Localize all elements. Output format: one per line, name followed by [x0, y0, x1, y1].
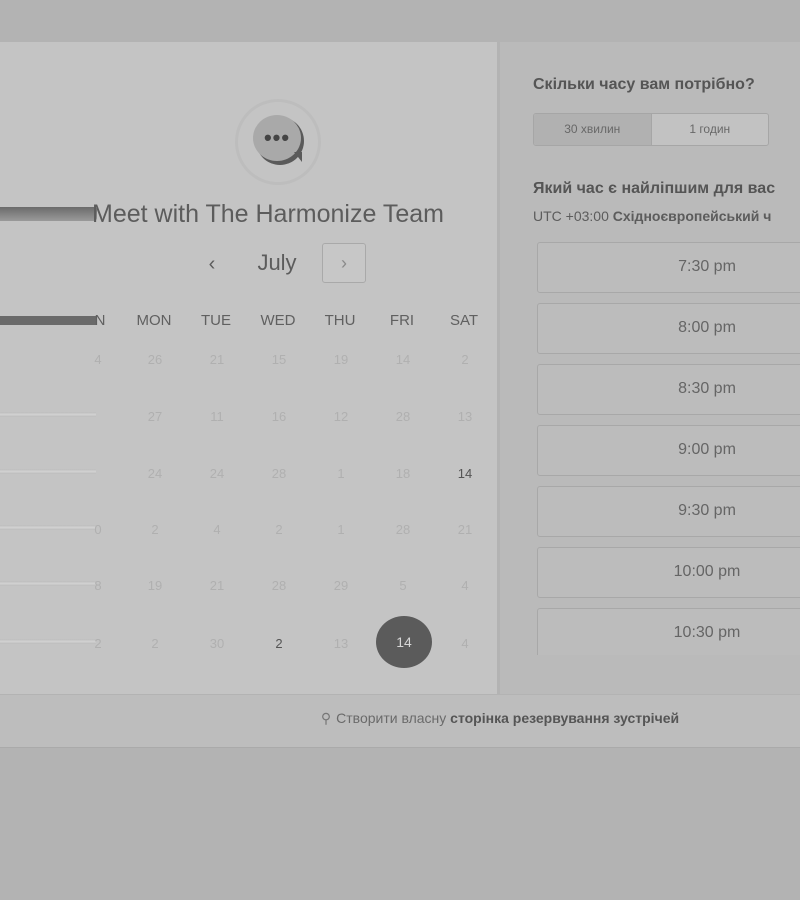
next-month-button[interactable]: › [322, 243, 366, 283]
footer-link[interactable]: сторінка резервування зустрічей [450, 710, 679, 726]
hubspot-sprocket-icon: ⚲ [320, 710, 332, 726]
calendar-day[interactable]: 4 [197, 522, 237, 537]
calendar-day[interactable]: 14 [383, 352, 423, 367]
calendar-day[interactable]: 11 [197, 409, 237, 424]
timezone-offset: UTC +03:00 [533, 208, 609, 224]
redacted-row-bar [0, 469, 96, 474]
calendar-day[interactable]: 27 [135, 409, 175, 424]
time-slot-label: 9:30 pm [678, 502, 736, 519]
calendar-day[interactable]: 13 [445, 409, 485, 424]
weekday-header: FRI [389, 312, 415, 329]
calendar-day[interactable]: 0 [78, 522, 118, 537]
previous-month-button[interactable]: ‹ [196, 247, 228, 281]
time-slot-button[interactable]: 9:30 pm [537, 486, 800, 537]
calendar-day[interactable]: 24 [197, 466, 237, 481]
calendar-day[interactable]: 30 [197, 636, 237, 651]
time-slot-button[interactable]: 9:00 pm [537, 425, 800, 476]
calendar-day[interactable]: 14 [445, 466, 485, 481]
time-slot-label: 7:30 pm [678, 258, 736, 275]
weekday-header: TUE [201, 312, 231, 329]
calendar-day[interactable]: 19 [135, 578, 175, 593]
meeting-title: Meet with The Harmonize Team [92, 200, 445, 228]
footer-prefix: Створити власну [336, 710, 447, 726]
chat-bubble-icon: ••• [235, 99, 321, 185]
calendar-day[interactable]: 28 [383, 409, 423, 424]
calendar-day[interactable]: 4 [78, 352, 118, 367]
time-slot-label: 10:30 pm [673, 624, 741, 641]
calendar-day[interactable]: 16 [259, 409, 299, 424]
redacted-row-bar [0, 412, 96, 417]
time-slot-label: 8:00 pm [678, 319, 736, 336]
redacted-bar [0, 207, 97, 221]
time-slot-button[interactable]: 8:00 pm [537, 303, 800, 354]
duration-question: Скільки часу вам потрібно? [533, 76, 755, 93]
selected-day[interactable]: 14 [376, 616, 432, 668]
calendar-day[interactable]: 21 [197, 352, 237, 367]
calendar-day[interactable]: 2 [259, 522, 299, 537]
time-slot-button[interactable]: 10:30 pm [537, 608, 800, 655]
calendar-day[interactable]: 5 [383, 578, 423, 593]
weekday-header: N [94, 312, 106, 329]
time-question: Який час є найліпшим для вас [533, 180, 776, 197]
calendar-day[interactable]: 8 [78, 578, 118, 593]
time-slot-button[interactable]: 10:00 pm [537, 547, 800, 598]
duration-30-min-button[interactable]: 30 хвилин [534, 114, 652, 145]
calendar-day[interactable]: 28 [259, 578, 299, 593]
time-slot-button[interactable]: 7:30 pm [537, 242, 800, 293]
timezone-name: Східноєвропейський ч [612, 208, 772, 224]
calendar-day[interactable]: 13 [321, 636, 361, 651]
time-slot-button[interactable]: 8:30 pm [537, 364, 800, 415]
calendar-day[interactable]: 19 [321, 352, 361, 367]
calendar-day[interactable]: 2 [78, 636, 118, 651]
footer-cta[interactable]: ⚲ Створити власну сторінка резервування з… [0, 710, 800, 727]
timezone-label[interactable]: UTC +03:00 Східноєвропейський ч [533, 208, 771, 224]
weekday-header: THU [324, 312, 356, 329]
duration-1-hour-button[interactable]: 1 годин [652, 114, 769, 145]
calendar-day[interactable]: 4 [445, 636, 485, 651]
calendar-day[interactable]: 24 [135, 466, 175, 481]
calendar-day[interactable]: 1 [321, 522, 361, 537]
calendar-day[interactable]: 26 [135, 352, 175, 367]
calendar-day[interactable]: 2 [445, 352, 485, 367]
duration-toggle: 30 хвилин 1 годин [533, 113, 769, 146]
calendar-day[interactable]: 2 [135, 522, 175, 537]
time-slot-label: 10:00 pm [673, 563, 741, 580]
time-slot-label: 8:30 pm [678, 380, 736, 397]
calendar-day[interactable]: 21 [445, 522, 485, 537]
calendar-day[interactable]: 28 [383, 522, 423, 537]
calendar-day[interactable]: 12 [321, 409, 361, 424]
calendar-day[interactable]: 1 [321, 466, 361, 481]
weekday-header: SAT [449, 312, 479, 329]
calendar-day[interactable]: 15 [259, 352, 299, 367]
calendar-day[interactable]: 2 [135, 636, 175, 651]
calendar-day[interactable]: 29 [321, 578, 361, 593]
calendar-day[interactable]: 18 [383, 466, 423, 481]
month-label: July [257, 250, 297, 275]
weekday-header: WED [260, 312, 296, 329]
calendar-day[interactable]: 4 [445, 578, 485, 593]
time-slot-label: 9:00 pm [678, 441, 736, 458]
calendar-day[interactable]: 28 [259, 466, 299, 481]
calendar-day[interactable]: 21 [197, 578, 237, 593]
weekday-header: MON [136, 312, 172, 329]
calendar-day[interactable]: 2 [259, 636, 299, 651]
time-slot-list: 7:30 pm 8:00 pm 8:30 pm 9:00 pm 9:30 pm 10:00… [537, 242, 800, 655]
